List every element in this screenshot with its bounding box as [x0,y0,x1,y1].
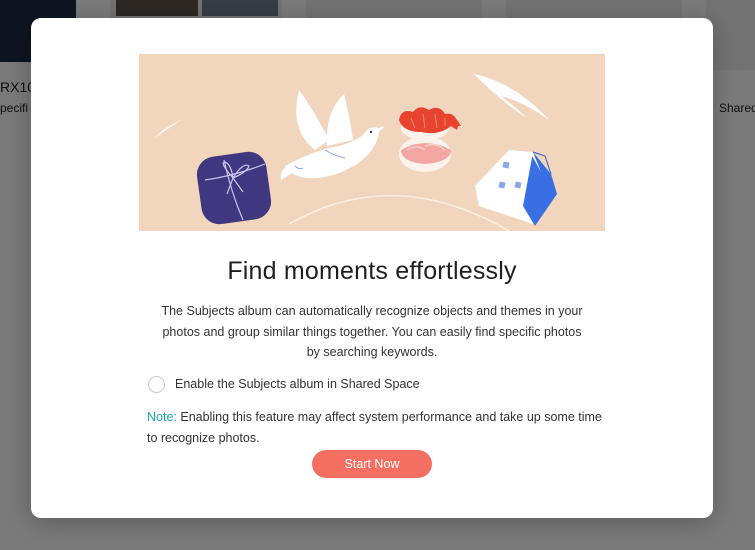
paper-shard-icon [474,74,549,120]
note-prefix: Note: [147,410,177,424]
subjects-album-dialog: Find moments effortlessly The Subjects a… [31,18,713,518]
start-now-button[interactable]: Start Now [312,450,432,478]
dove-icon [280,90,385,180]
checkbox-label[interactable]: Enable the Subjects album in Shared Spac… [175,377,420,391]
performance-note: Note: Enabling this feature may affect s… [147,407,607,448]
checkbox-circle-icon[interactable] [148,375,165,393]
house-icon [475,150,557,226]
dialog-title: Find moments effortlessly [227,257,517,285]
dialog-description: The Subjects album can automatically rec… [161,304,583,359]
note-text: Enabling this feature may affect system … [147,410,602,445]
gift-icon [196,151,272,225]
feature-illustration [139,54,605,231]
paper-shard-icon [155,118,183,138]
enable-subjects-shared-space-checkbox[interactable]: Enable the Subjects album in Shared Spac… [148,373,420,395]
sushi-icon [399,107,461,172]
